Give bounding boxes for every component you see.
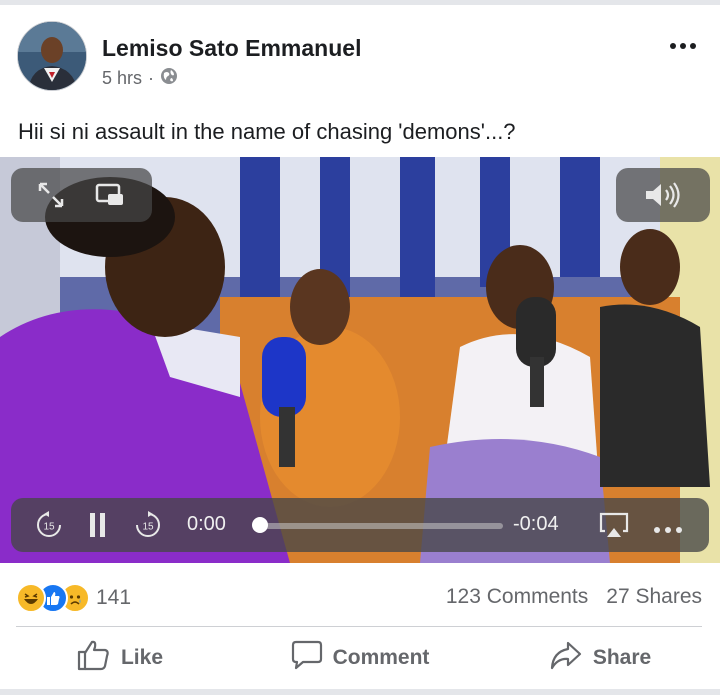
dot-icon (690, 43, 696, 49)
post-meta: 5 hrs · (102, 67, 178, 90)
thumbs-up-icon (77, 639, 111, 677)
pause-icon[interactable] (89, 512, 107, 543)
author-name[interactable]: Lemiso Sato Emmanuel (102, 35, 361, 62)
video-top-right-controls (616, 168, 710, 222)
expand-icon[interactable] (37, 181, 65, 214)
feed-separator (0, 689, 720, 695)
actions-divider (16, 626, 702, 627)
reaction-count: 141 (96, 586, 132, 609)
more-options-button[interactable] (670, 43, 696, 49)
volume-icon[interactable] (644, 181, 684, 214)
share-arrow-icon (549, 639, 583, 677)
post-header: Lemiso Sato Emmanuel 5 hrs · (0, 5, 720, 105)
elapsed-time: 0:00 (187, 513, 226, 535)
post-time[interactable]: 5 hrs (102, 68, 142, 89)
avatar-image (18, 22, 86, 90)
comments-count[interactable]: 123 Comments (446, 585, 588, 609)
dot-icon (680, 43, 686, 49)
skip-back-label: 15 (43, 522, 55, 533)
skip-forward-icon[interactable]: 15 (134, 511, 162, 544)
haha-icon (16, 583, 46, 613)
meta-separator: · (148, 68, 155, 88)
post-card: Lemiso Sato Emmanuel 5 hrs · Hii si ni a… (0, 5, 720, 689)
video-control-bar: 15 15 0:00 -0:04 (11, 498, 709, 552)
progress-track[interactable] (265, 523, 503, 529)
comment-button[interactable]: Comment (240, 635, 480, 681)
picture-in-picture-icon[interactable] (95, 181, 125, 214)
reactions-summary[interactable]: 141 (16, 583, 131, 613)
globe-icon (160, 67, 178, 90)
dot-icon (670, 43, 676, 49)
like-label: Like (120, 646, 164, 669)
remaining-time: -0:04 (513, 513, 559, 535)
post-stats: 141 123 Comments 27 Shares (0, 575, 720, 621)
skip-forward-label: 15 (142, 522, 154, 533)
airplay-icon[interactable] (599, 511, 629, 544)
author-avatar[interactable] (17, 21, 87, 91)
comment-bubble-icon (291, 639, 323, 677)
comment-label: Comment (332, 646, 430, 669)
video-player[interactable]: 15 15 0:00 -0:04 (0, 157, 720, 563)
video-more-icon[interactable] (653, 521, 683, 539)
post-actions: Like Comment Share (0, 635, 720, 681)
engagement-counts: 123 Comments 27 Shares (446, 585, 702, 609)
share-button[interactable]: Share (480, 635, 720, 681)
share-label: Share (592, 646, 652, 669)
video-top-left-controls (11, 168, 152, 222)
shares-count[interactable]: 27 Shares (606, 585, 702, 609)
post-text: Hii si ni assault in the name of chasing… (18, 119, 516, 144)
skip-back-icon[interactable]: 15 (35, 511, 63, 544)
progress-thumb[interactable] (252, 517, 268, 533)
like-button[interactable]: Like (0, 635, 240, 681)
